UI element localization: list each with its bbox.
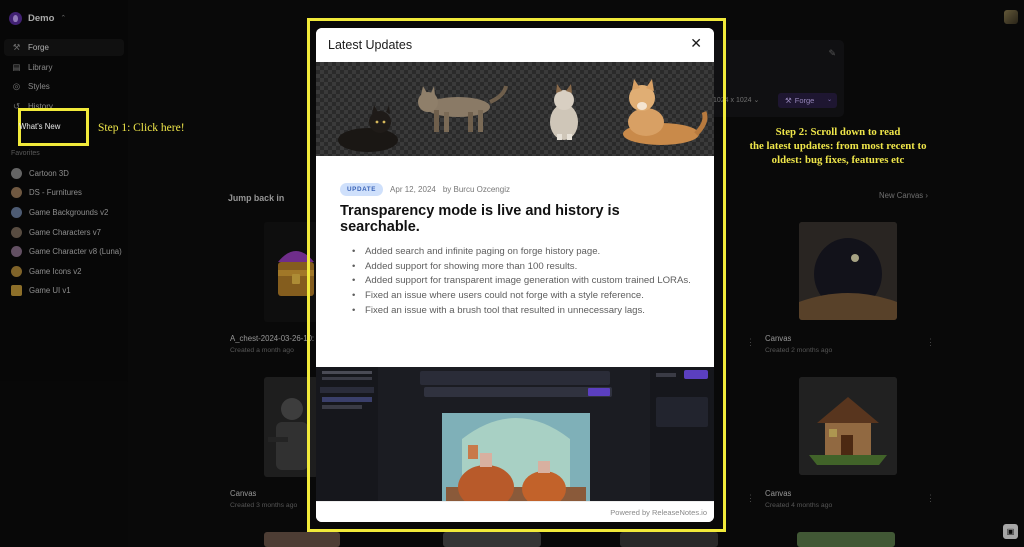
list-item: Fixed an issue where users could not for… (352, 289, 692, 304)
cat-illustration (418, 85, 508, 132)
post-author: by Burcu Ozcengiz (442, 185, 510, 194)
step2-annotation: Step 2: Scroll down to read the latest u… (749, 126, 927, 166)
sidebar-item-whats-new[interactable]: ✦ What's New (14, 118, 84, 135)
post-meta: UPDATE Apr 12, 2024 by Burcu Ozcengiz (340, 183, 510, 196)
post-date: Apr 12, 2024 (390, 185, 436, 194)
list-item: Added search and infinite paging on forg… (352, 245, 692, 260)
update-badge: UPDATE (340, 183, 384, 196)
update-screenshot (316, 367, 714, 501)
step1-annotation: Step 1: Click here! (98, 122, 185, 134)
modal-footer: Powered by ReleaseNotes.io (316, 501, 714, 522)
post-title: Transparency mode is live and history is… (340, 203, 620, 235)
list-item: Added support for transparent image gene… (352, 274, 692, 289)
modal-title: Latest Updates (328, 38, 413, 52)
cat-illustration (623, 79, 708, 145)
update-post: UPDATE Apr 12, 2024 by Burcu Ozcengiz Tr… (316, 156, 714, 367)
latest-updates-modal: Latest Updates ✕ UPDATE Apr 12, 2024 by … (316, 28, 714, 522)
list-item: Fixed an issue with a brush tool that re… (352, 304, 692, 319)
cat-illustration (550, 84, 578, 140)
changelog-list: Added search and infinite paging on forg… (352, 245, 692, 319)
powered-by-link[interactable]: Powered by ReleaseNotes.io (610, 508, 707, 517)
modal-header: Latest Updates ✕ (316, 28, 714, 62)
potion-illustration (442, 413, 590, 501)
list-item: Added support for showing more than 100 … (352, 260, 692, 275)
update-hero-image (316, 62, 714, 156)
sidebar-item-label: What's New (19, 122, 61, 131)
close-icon[interactable]: ✕ (690, 36, 702, 50)
cat-illustration (338, 105, 398, 152)
